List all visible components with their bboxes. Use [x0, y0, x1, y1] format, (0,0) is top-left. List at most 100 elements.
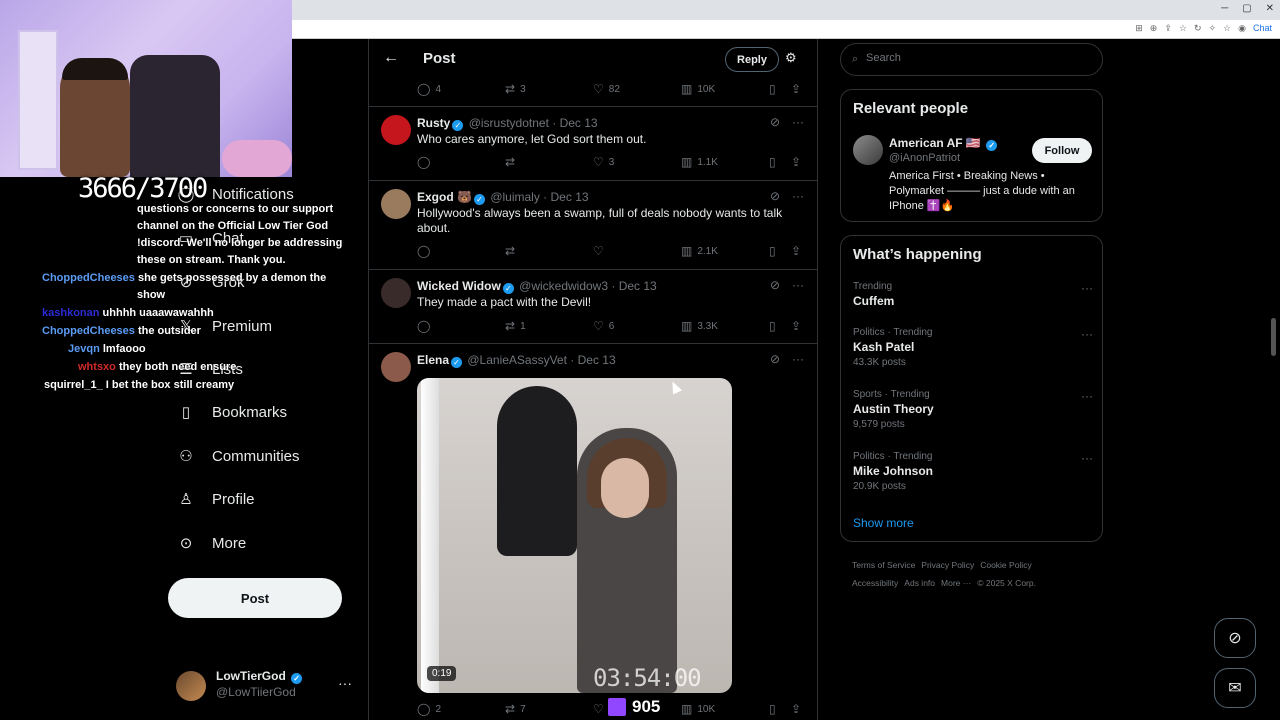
reply-button[interactable]: Reply [725, 47, 779, 72]
nav-bookmarks[interactable]: ▯ Bookmarks [176, 402, 287, 422]
views-button[interactable]: ▥ 2.1K [681, 244, 718, 258]
like-button[interactable]: ♡ 3 [593, 155, 614, 169]
maximize-icon[interactable]: ▢ [1242, 3, 1251, 14]
relevant-person-name[interactable]: American AF 🇺🇸 ✓ [889, 136, 999, 151]
repost-button[interactable]: ⇄ [505, 155, 520, 169]
bookmark-icon[interactable]: ☆ [1223, 23, 1231, 34]
grok-icon[interactable]: ⊘ [770, 115, 780, 129]
trend-item[interactable]: Politics · Trending Mike Johnson 20.9K p… [853, 451, 1093, 492]
grok-fab-button[interactable]: ⊘ [1214, 618, 1256, 658]
reply-button[interactable]: ◯ [417, 319, 435, 333]
avatar[interactable] [381, 352, 411, 382]
tweet-video[interactable]: 0:19 [417, 378, 732, 693]
more-icon[interactable]: ··· [1081, 281, 1093, 295]
more-icon[interactable]: ··· [338, 675, 352, 691]
like-button[interactable]: ♡ [593, 244, 609, 258]
tweet-handle[interactable]: @LanieASassyVet [467, 353, 567, 367]
more-icon[interactable]: ··· [1081, 389, 1093, 403]
minimize-icon[interactable]: ─ [1221, 3, 1228, 14]
more-icon[interactable]: ··· [792, 278, 804, 292]
nav-profile[interactable]: ♙ Profile [176, 489, 254, 509]
tweet[interactable]: Wicked Widow ✓ @wickedwidow3 · Dec 13 The… [369, 270, 817, 344]
footer-link[interactable]: Ads info [904, 578, 935, 588]
search-input[interactable] [866, 52, 1086, 64]
back-arrow-icon[interactable]: ← [383, 49, 399, 67]
avatar[interactable] [853, 135, 883, 165]
nav-communities[interactable]: ⚇ Communities [176, 446, 299, 466]
search-box[interactable]: ⌕ [840, 43, 1103, 76]
show-more-link[interactable]: Show more [853, 516, 914, 530]
reply-button[interactable]: ◯ [417, 244, 435, 258]
repost-button[interactable]: ⇄ 1 [505, 319, 526, 333]
follow-button[interactable]: Follow [1032, 138, 1092, 163]
tweet-handle[interactable]: @wickedwidow3 [519, 279, 608, 293]
filter-icon[interactable]: ⚙ [785, 50, 797, 66]
more-icon[interactable]: ··· [792, 189, 804, 203]
views-button[interactable]: ▥ 1.1K [681, 155, 718, 169]
reply-button[interactable]: ◯ 2 [417, 702, 441, 716]
tweet-date[interactable]: Dec 13 [578, 353, 616, 367]
zoom-icon[interactable]: ⊕ [1150, 23, 1158, 34]
bookmark-button[interactable]: ▯ [769, 155, 776, 169]
share-button[interactable]: ⇪ [791, 155, 801, 169]
more-icon[interactable]: ··· [792, 115, 804, 129]
reply-button[interactable]: ◯ [417, 155, 435, 169]
scrollbar[interactable] [1271, 318, 1276, 356]
tweet-date[interactable]: Dec 13 [619, 279, 657, 293]
tweet-handle[interactable]: @isrustydotnet [469, 116, 549, 130]
tweet-date[interactable]: Dec 13 [551, 190, 589, 204]
trend-item[interactable]: Trending Cuffem ··· [853, 281, 1093, 308]
grok-icon[interactable]: ⊘ [770, 352, 780, 366]
more-icon[interactable]: ··· [792, 352, 804, 366]
refresh-icon[interactable]: ↻ [1194, 23, 1202, 34]
grok-icon[interactable]: ⊘ [770, 278, 780, 292]
tweet-author-name[interactable]: Rusty [417, 116, 450, 130]
footer-link[interactable]: Cookie Policy [980, 560, 1032, 570]
puzzle-icon[interactable]: ✧ [1209, 23, 1217, 34]
share-button[interactable]: ⇪ [791, 319, 801, 333]
extension-icon[interactable]: ⊞ [1135, 23, 1143, 34]
avatar[interactable] [381, 115, 411, 145]
post-button[interactable]: Post [168, 578, 342, 618]
tweet-author-name[interactable]: Wicked Widow [417, 279, 501, 293]
tweet[interactable]: Rusty ✓ @isrustydotnet · Dec 13 Who cares… [369, 107, 817, 181]
browser-chat-label[interactable]: Chat [1253, 23, 1272, 34]
like-button[interactable]: ♡ 6 [593, 319, 614, 333]
footer-link[interactable]: More ··· [941, 578, 971, 588]
nav-more[interactable]: ⊙ More [176, 533, 246, 553]
repost-button[interactable]: ⇄ [505, 244, 520, 258]
tweet-author-name[interactable]: Elena [417, 353, 449, 367]
messages-fab-button[interactable]: ✉ [1214, 668, 1256, 708]
tweet-date[interactable]: Dec 13 [560, 116, 598, 130]
tweet[interactable]: Exgod 🐻 ✓ @luimaly · Dec 13 Hollywood's a… [369, 181, 817, 270]
share-icon[interactable]: ⇪ [1164, 23, 1172, 34]
footer-link[interactable]: Privacy Policy [921, 560, 974, 570]
share-button[interactable]: ⇪ [791, 702, 801, 716]
footer-link[interactable]: Terms of Service [852, 560, 915, 570]
relevant-person-handle[interactable]: @iAnonPatriot [889, 152, 960, 164]
bookmark-button[interactable]: ▯ [769, 702, 776, 716]
browser-address-bar[interactable]: ⊞ ⊕ ⇪ ☆ ↻ ✧ ☆ ◉ Chat [292, 20, 1280, 39]
footer-link[interactable]: Accessibility [852, 578, 898, 588]
trend-item[interactable]: Politics · Trending Kash Patel 43.3K pos… [853, 327, 1093, 368]
profile-icon[interactable]: ◉ [1238, 23, 1246, 34]
close-icon[interactable]: ✕ [1266, 3, 1274, 14]
share-button[interactable]: ⇪ [791, 244, 801, 258]
bookmark-button[interactable]: ▯ [769, 319, 776, 333]
views-button[interactable]: ▥ 10K [681, 702, 715, 716]
account-switcher[interactable]: LowTierGod ✓ @LowTiierGod ··· [176, 669, 356, 703]
footer-link[interactable]: © 2025 X Corp. [977, 578, 1036, 588]
repost-button[interactable]: ⇄ 7 [505, 702, 526, 716]
grok-icon[interactable]: ⊘ [770, 189, 780, 203]
more-icon[interactable]: ··· [1081, 451, 1093, 465]
tweet-handle[interactable]: @luimaly [490, 190, 540, 204]
tweet-author-name[interactable]: Exgod [417, 190, 454, 204]
avatar[interactable] [381, 278, 411, 308]
like-button[interactable]: ♡ [593, 702, 609, 716]
avatar[interactable] [381, 189, 411, 219]
trend-item[interactable]: Sports · Trending Austin Theory 9,579 po… [853, 389, 1093, 430]
bookmark-button[interactable]: ▯ [769, 244, 776, 258]
star-icon[interactable]: ☆ [1179, 23, 1187, 34]
more-icon[interactable]: ··· [1081, 327, 1093, 341]
views-button[interactable]: ▥ 3.3K [681, 319, 718, 333]
